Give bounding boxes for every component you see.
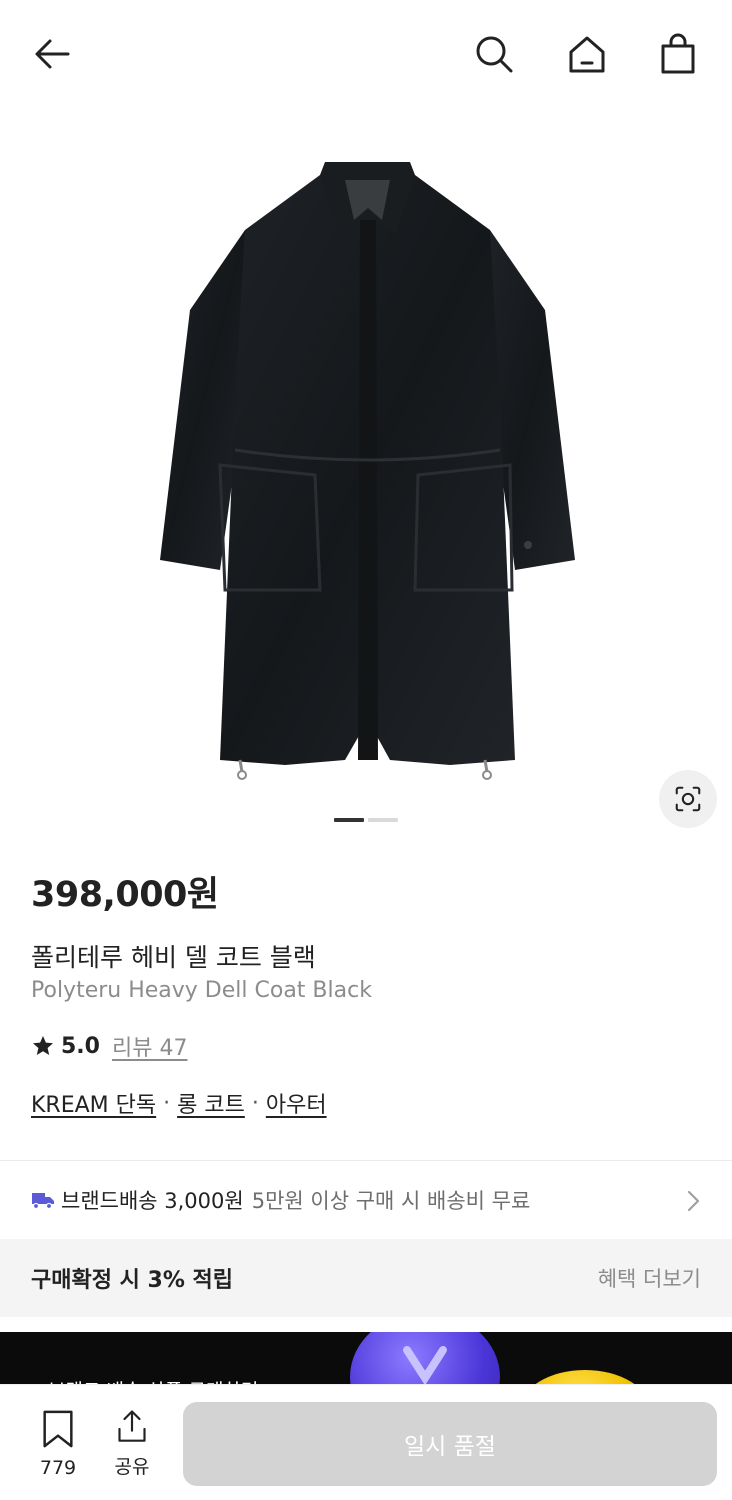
home-button[interactable] [563, 30, 611, 78]
star-icon [33, 1036, 53, 1055]
product-price: 398,000원 [31, 875, 219, 915]
rating-value: 5.0 [61, 1033, 100, 1059]
search-icon [476, 36, 513, 73]
top-nav [0, 0, 732, 110]
page-dot [368, 818, 398, 822]
benefit-more-link[interactable]: 혜택 더보기 [598, 1263, 701, 1293]
bookmark-icon [43, 1410, 73, 1448]
image-search-icon [675, 786, 701, 812]
tag-separator: · [251, 1090, 259, 1116]
share-icon [118, 1410, 146, 1442]
back-button[interactable] [28, 30, 76, 78]
share-label: 공유 [114, 1456, 150, 1478]
tag-separator: · [163, 1090, 171, 1116]
gallery-page-indicator [334, 818, 398, 822]
shipping-fee-label: 브랜드배송 3,000원 [61, 1189, 244, 1213]
product-tags: KREAM 단독 · 롱 코트 · 아우터 [31, 1087, 327, 1119]
product-rating: 5.0 리뷰 47 [31, 1030, 187, 1062]
benefit-row: 구매확정 시 3% 적립 혜택 더보기 [0, 1239, 732, 1317]
search-button[interactable] [470, 30, 518, 78]
product-gallery[interactable] [0, 110, 732, 845]
truck-icon [32, 1193, 54, 1210]
free-shipping-condition: 5만원 이상 구매 시 배송비 무료 [251, 1189, 531, 1213]
product-name-english: Polyteru Heavy Dell Coat Black [31, 978, 372, 1003]
tag-outer[interactable]: 아우터 [266, 1087, 327, 1119]
wishlist-count: 779 [39, 1457, 77, 1479]
page-dot-active [334, 818, 364, 822]
shopping-bag-icon [661, 33, 695, 74]
home-icon [569, 36, 605, 73]
arrow-left-icon [35, 39, 70, 69]
shipping-info-row[interactable]: 브랜드배송 3,000원 5만원 이상 구매 시 배송비 무료 [0, 1161, 732, 1239]
promo-banner[interactable]: 브랜드 배송 상품 구매하면 [0, 1332, 732, 1392]
tag-kream-exclusive[interactable]: KREAM 단독 [31, 1087, 156, 1119]
review-count-link[interactable]: 리뷰 47 [112, 1030, 187, 1062]
product-name-korean: 폴리테루 헤비 델 코트 블랙 [31, 943, 316, 972]
benefit-title: 구매확정 시 3% 적립 [31, 1268, 234, 1293]
sold-out-button[interactable]: 일시 품절 [183, 1402, 717, 1486]
tag-long-coat[interactable]: 롱 코트 [177, 1087, 245, 1119]
wishlist-button[interactable]: 779 [30, 1409, 86, 1479]
product-image [160, 162, 575, 780]
image-search-button[interactable] [659, 770, 717, 828]
chevron-right-icon [687, 1190, 700, 1212]
bottom-action-bar: 779 공유 일시 품절 [0, 1384, 732, 1500]
share-button[interactable]: 공유 [104, 1409, 160, 1479]
cart-button[interactable] [654, 30, 702, 78]
